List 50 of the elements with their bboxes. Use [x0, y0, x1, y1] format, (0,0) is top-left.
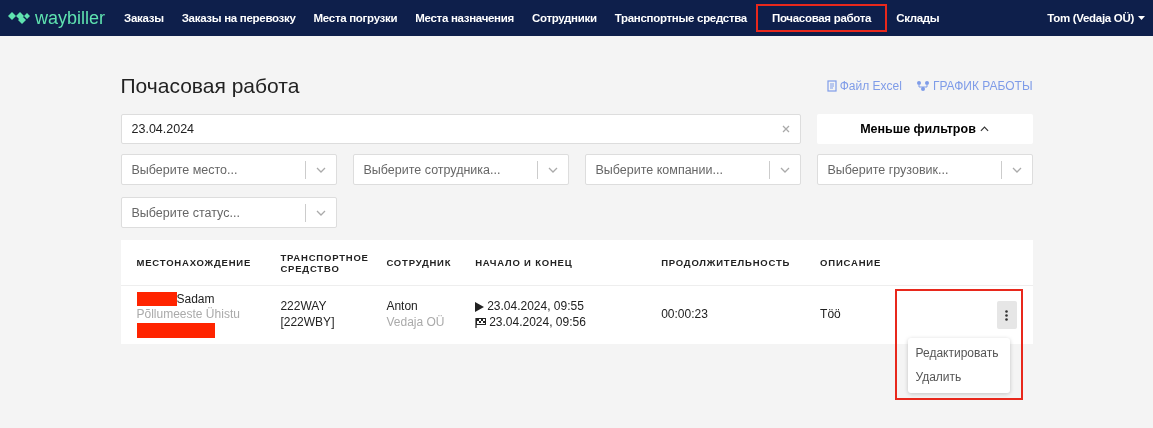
logo-icon: [8, 12, 30, 24]
select-field[interactable]: Выберите сотрудника...: [352, 154, 569, 185]
column-header: ПРОДОЛЖИТЕЛЬНОСТЬ: [653, 240, 813, 286]
select-field[interactable]: Выберите место...: [120, 154, 337, 185]
date-field[interactable]: 23.04.2024: [120, 114, 801, 144]
column-header: НАЧАЛО И КОНЕЦ: [467, 240, 654, 286]
nav-link[interactable]: Почасовая работа: [755, 4, 888, 32]
more-vertical-icon: [1005, 309, 1008, 321]
more-button[interactable]: [996, 301, 1017, 329]
vehicle-cell: 222WAY [222WBY]: [272, 285, 379, 344]
start-time: 23.04.2024, 09:55: [487, 299, 584, 315]
location-detail: Põllumeeste Ühistu: [136, 307, 241, 323]
menu-item[interactable]: Редактировать: [907, 342, 1010, 366]
end-time: 23.04.2024, 09:56: [489, 315, 586, 331]
redaction-block: [136, 292, 177, 307]
chevron-down-icon: [315, 166, 326, 173]
select-field[interactable]: Выберите статус...: [120, 197, 337, 228]
company-name: Vedaja OÜ: [386, 315, 446, 331]
menu-item[interactable]: Удалить: [907, 365, 1010, 390]
chevron-down-icon: [547, 166, 558, 173]
user-menu[interactable]: Tom (Vedaja OÜ): [1047, 12, 1134, 24]
page-title: Почасовая работа: [120, 74, 300, 98]
filter-toggle-button[interactable]: Меньше фильтров: [816, 114, 1033, 144]
org-chart-icon: [915, 80, 930, 92]
chevron-down-icon: [779, 166, 790, 173]
select-field[interactable]: Выберите грузовик...: [816, 154, 1033, 185]
description-cell: Töö: [812, 285, 897, 344]
nav-link[interactable]: Транспортные средства: [605, 4, 756, 32]
finish-flag-icon: [475, 317, 487, 328]
nav-link[interactable]: Места погрузки: [304, 4, 407, 32]
nav-link[interactable]: Склады: [887, 4, 949, 32]
column-header: МЕСТОНАХОЖДЕНИЕ: [120, 240, 273, 286]
column-header: ОПИСАНИЕ: [812, 240, 897, 286]
play-icon: [475, 302, 485, 313]
chevron-down-icon: [315, 209, 326, 216]
chevron-down-icon: [1011, 166, 1022, 173]
nav-link[interactable]: Места назначения: [406, 4, 523, 32]
employee-name: Anton: [386, 299, 419, 315]
nav-link[interactable]: Сотрудники: [522, 4, 606, 32]
nav-link[interactable]: Заказы на перевозку: [172, 4, 305, 32]
nav-link[interactable]: Заказы: [115, 4, 173, 32]
select-field[interactable]: Выберите компании...: [584, 154, 801, 185]
caret-icon: [1138, 16, 1145, 20]
chevron-up-icon: [979, 126, 989, 132]
column-header: СОТРУДНИК: [378, 240, 468, 286]
logo-text[interactable]: waybiller: [35, 7, 106, 29]
column-header: ТРАНСПОРТНОЕ СРЕДСТВО: [272, 240, 379, 286]
document-icon: [826, 80, 837, 92]
duration-cell: 00:00:23: [653, 285, 813, 344]
location-name: Sadam: [176, 291, 215, 306]
